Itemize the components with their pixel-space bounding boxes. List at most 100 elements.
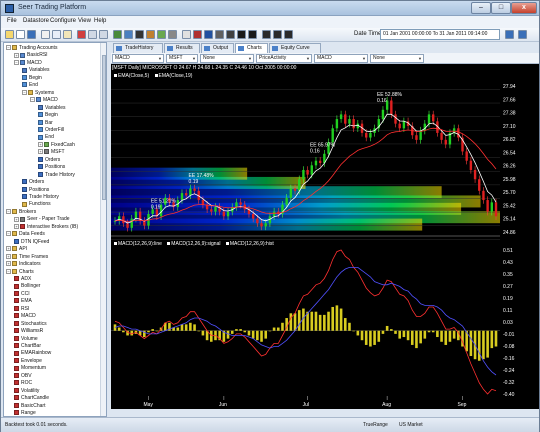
indicator2-select[interactable]: None ▼ [370,54,424,63]
macd-hist-bar [398,330,402,339]
macd-hist-bar [230,330,234,334]
expand-icon[interactable]: + [14,223,19,229]
indicator-select[interactable]: MACD ▼ [314,54,368,63]
tree-item-label: Systems [35,89,55,96]
tree-item-label: WilliamsR [21,328,44,335]
tree-scroll-thumb[interactable] [102,55,106,200]
menu-file[interactable]: File [7,18,17,24]
menu-configure[interactable]: Configure [50,18,76,24]
menu-view[interactable]: View [78,18,91,24]
new-file-icon[interactable] [16,30,25,39]
close-button[interactable]: x [511,2,537,14]
date-range-input[interactable]: 01 Jan 2001 00:00:00 To 31 Jan 2011 09:1… [380,29,500,40]
macd-axis-label: 0.03 [503,320,513,326]
dock-left-icon[interactable] [505,30,514,39]
dock-right-icon[interactable] [518,30,527,39]
maximize-button[interactable]: □ [491,2,511,14]
candle-body [369,132,372,138]
tab-equity-curve[interactable]: Equity Curve [269,43,321,53]
macd-axis-label: -0.32 [503,380,515,386]
macd-axis-label: 0.51 [503,248,513,254]
minimize-button[interactable]: – [471,2,491,14]
expand-icon[interactable]: + [6,246,11,252]
save-icon[interactable] [27,30,36,39]
menu-help[interactable]: Help [94,18,106,24]
macd-hist-bar [452,330,456,339]
compile-icon[interactable] [124,30,133,39]
macd-axis-label: -0.40 [503,392,515,398]
cut-icon[interactable] [41,30,50,39]
candle-body [419,130,422,140]
price-chart[interactable]: EE 51.21% 0.19 EE 17.48% 0.19 EE 65.97% 0.16 E… [111,64,510,409]
play-icon[interactable] [113,30,122,39]
price-axis-label: 25.70 [503,190,516,196]
copy-icon[interactable] [52,30,61,39]
tab-results[interactable]: Results [164,43,200,53]
panel-icon[interactable] [284,30,293,39]
candle-body [122,216,125,224]
tree-node-icon [44,142,49,148]
layout-icon[interactable] [273,30,282,39]
chart-icon[interactable] [146,30,155,39]
candle-body [331,128,334,143]
expand-icon[interactable]: + [38,149,43,155]
candle-body [226,211,230,217]
tab-output[interactable]: Output [201,43,234,53]
overlay-select[interactable]: None ▼ [200,54,254,63]
system-select[interactable]: MACD ▼ [112,54,164,63]
record-icon[interactable] [193,30,202,39]
optimize-icon[interactable] [157,30,166,39]
paste-icon[interactable] [63,30,72,39]
grid-icon[interactable] [215,30,224,39]
candle-body [486,200,489,212]
menu-datastore[interactable]: Datastore [23,18,49,24]
symbol-select[interactable]: MSFT ▼ [166,54,198,63]
terminal-icon[interactable] [135,30,144,39]
undo-icon[interactable] [88,30,97,39]
tree-item-label: Range [21,410,36,417]
title-bar[interactable]: Seer Trading Platform – □ x [1,1,539,16]
legend-macd-hist: MACD(12,26,9):hist [225,241,274,247]
collapse-icon[interactable]: − [6,231,11,237]
tree-node-icon [12,45,17,51]
collapse-icon[interactable]: − [6,268,11,274]
collapse-icon[interactable]: − [22,89,27,95]
candle-body [394,114,397,124]
window-icon[interactable] [262,30,271,39]
trade-history-icon [116,46,122,51]
cascade-icon[interactable] [248,30,257,39]
tree-node-icon [14,305,19,311]
collapse-icon[interactable]: − [6,45,11,51]
expand-icon[interactable]: + [14,216,19,222]
open-folder-icon[interactable] [5,30,14,39]
collapse-icon[interactable]: − [6,209,11,215]
collapse-icon[interactable]: − [30,97,35,103]
expand-icon[interactable]: + [38,142,43,148]
tile-icon[interactable] [237,30,246,39]
expand-icon[interactable]: + [6,253,11,259]
expand-icon[interactable]: + [6,261,11,267]
settings-icon[interactable] [168,30,177,39]
chart-type-select[interactable]: PriceActivity ▼ [256,54,312,63]
tree-item-label: Functions [29,201,51,208]
expand-icon[interactable]: + [14,52,19,58]
candle-body [289,188,293,198]
tab-charts[interactable]: Charts [235,43,268,53]
tab-tradehistory[interactable]: TradeHistory [113,43,163,53]
tree-item-label: Brokers [19,208,37,215]
collapse-icon[interactable]: − [14,60,19,66]
monitor-icon[interactable] [226,30,235,39]
legend-ema5: EMA(Close,5) [114,73,149,79]
macd-hist-bar [381,330,385,334]
zoom-icon[interactable] [182,30,191,39]
candle-body [239,202,242,205]
delete-icon[interactable] [77,30,86,39]
tree-item[interactable]: Range [14,409,36,417]
tree-scrollbar[interactable] [100,43,106,416]
tree-node-icon [12,253,17,259]
volume-profile-band [111,167,248,180]
redo-icon[interactable] [99,30,108,39]
data-icon[interactable] [204,30,213,39]
account-tree[interactable]: − Trading Accounts + BasicRSI − MACD Variables… [3,42,107,417]
tree-node-icon [14,410,19,416]
